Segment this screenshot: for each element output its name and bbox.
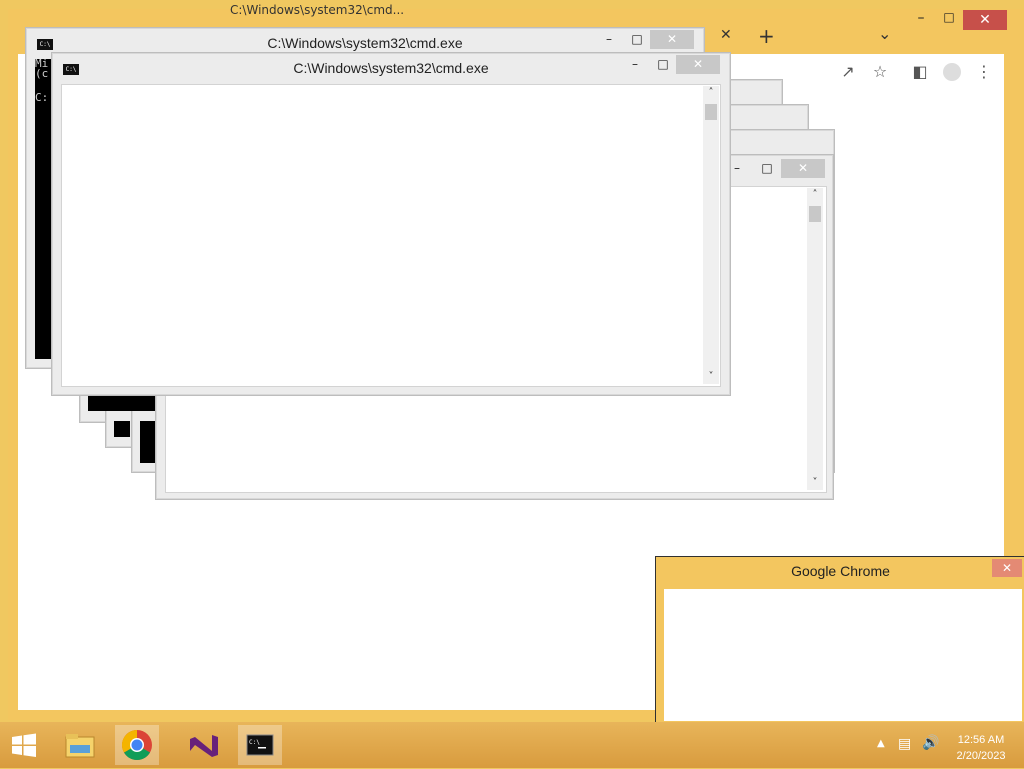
tab-search-dropdown[interactable]: ⌄ — [878, 24, 891, 43]
cmd-scrollbar[interactable]: ˄ ˅ — [703, 86, 719, 384]
file-explorer-taskbar-button[interactable] — [58, 725, 102, 765]
cmd-titlebar: C:\ C:\Windows\system32\cmd.exe – □ ✕ — [53, 54, 729, 84]
console-line: (c — [35, 67, 49, 80]
chrome-maximize-button[interactable]: □ — [936, 10, 962, 30]
cmd-close-button[interactable]: ✕ — [650, 30, 694, 49]
dialog-close-button[interactable]: ✕ — [992, 559, 1022, 577]
new-tab-button[interactable]: + — [758, 24, 775, 48]
scroll-down-icon[interactable]: ˅ — [807, 476, 823, 490]
scroll-thumb[interactable] — [705, 104, 717, 120]
network-icon[interactable]: ▤ — [898, 736, 911, 752]
scroll-thumb[interactable] — [809, 206, 821, 222]
windows-logo-icon — [12, 733, 36, 757]
dialog-content — [664, 589, 1022, 721]
cmd-minimize-button[interactable]: – — [623, 55, 647, 74]
chrome-logo-icon — [121, 730, 152, 761]
cmd-icon: C:\ — [246, 734, 274, 756]
ghost-console-strip-3 — [140, 421, 156, 463]
taskbar: C:\ ▲ ▤ 🔊 12:56 AM 2/20/2023 — [0, 722, 1024, 768]
cmd-window-front: C:\ C:\Windows\system32\cmd.exe – □ ✕ ˄ … — [52, 53, 730, 395]
console-prompt: C: — [35, 91, 49, 104]
cmd-taskbar-button[interactable]: C:\ — [238, 725, 282, 765]
chrome-window-title: C:\Windows\system32\cmd... — [230, 3, 405, 17]
profile-icon[interactable] — [940, 60, 964, 84]
cmd-close-button[interactable]: ✕ — [676, 55, 720, 74]
ghost-console-strip-2 — [114, 421, 130, 437]
scroll-up-icon[interactable]: ˄ — [807, 188, 823, 202]
chrome-minimize-button[interactable]: – — [906, 10, 936, 30]
chrome-dialog-window: Google Chrome ✕ — [655, 556, 1024, 731]
tab-close-button[interactable]: ✕ — [720, 27, 732, 43]
taskbar-time[interactable]: 12:56 AM — [946, 734, 1016, 746]
ghost-console-strip-1 — [88, 395, 156, 411]
cmd-console-area[interactable] — [61, 84, 721, 387]
share-icon[interactable]: ↗ — [836, 60, 860, 84]
visual-studio-taskbar-button[interactable] — [182, 725, 226, 765]
chrome-close-button[interactable]: ✕ — [963, 10, 1007, 30]
cmd-scrollbar[interactable]: ˄ ˅ — [807, 188, 823, 490]
tray-expand-icon[interactable]: ▲ — [877, 738, 885, 749]
cmd-maximize-button[interactable]: □ — [755, 159, 779, 178]
dialog-title: Google Chrome — [791, 563, 890, 579]
chrome-taskbar-button[interactable] — [115, 725, 159, 765]
folder-icon — [65, 734, 95, 758]
scroll-up-icon[interactable]: ˄ — [703, 86, 719, 100]
svg-text:C:\: C:\ — [249, 739, 260, 746]
cmd-maximize-button[interactable]: □ — [651, 55, 675, 74]
taskbar-date[interactable]: 2/20/2023 — [946, 750, 1016, 762]
star-icon[interactable]: ☆ — [868, 60, 892, 84]
volume-icon[interactable]: 🔊 — [922, 735, 939, 751]
scroll-down-icon[interactable]: ˅ — [703, 370, 719, 384]
side-panel-icon[interactable]: ◧ — [908, 60, 932, 84]
menu-dots-icon[interactable]: ⋮ — [972, 60, 996, 84]
visual-studio-icon — [190, 735, 218, 757]
cmd-maximize-button[interactable]: □ — [625, 30, 649, 49]
cmd-close-button[interactable]: ✕ — [781, 159, 825, 178]
start-button[interactable] — [2, 725, 46, 765]
cmd-minimize-button[interactable]: – — [597, 30, 621, 49]
cmd-console-area[interactable]: Mi (c C: — [35, 59, 53, 359]
